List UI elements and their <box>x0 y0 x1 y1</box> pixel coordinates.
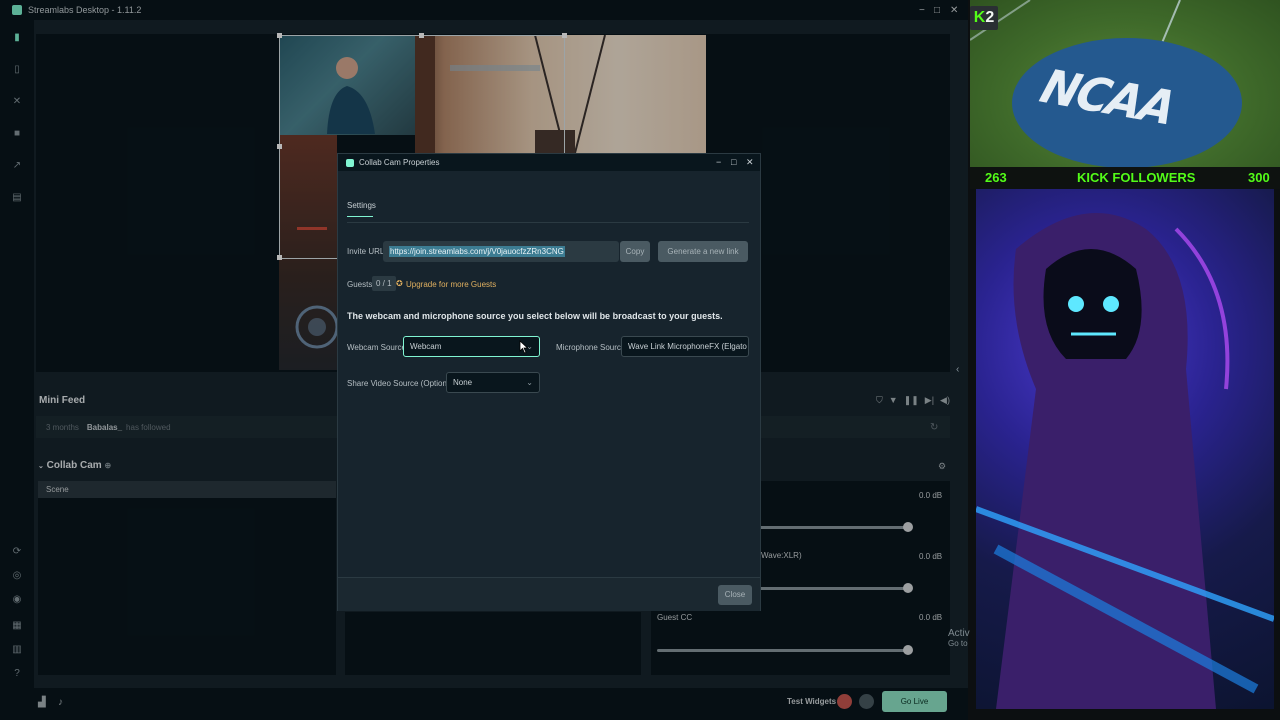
kick-number: 2 <box>985 9 995 26</box>
followers-label: KICK FOLLOWERS <box>1077 170 1196 185</box>
webcam-source-value: Webcam <box>410 342 442 351</box>
guests-label: Guests <box>347 280 373 289</box>
character-art-image <box>976 213 1274 709</box>
mouse-cursor-icon <box>519 340 529 354</box>
webcam-source-label: Webcam Source <box>347 343 406 352</box>
followers-goal: 300 <box>1248 170 1270 185</box>
followers-current: 263 <box>985 170 1007 185</box>
microphone-source-select[interactable]: Wave Link MicrophoneFX (Elgato Wave <box>621 336 749 357</box>
upgrade-icon: ✪ <box>396 279 403 288</box>
activate-windows-line2: Go to <box>948 639 968 648</box>
kick-logo: K2 <box>970 6 998 30</box>
share-video-source-value: None <box>453 378 473 387</box>
dialog-title: Collab Cam Properties <box>359 158 440 167</box>
kick-letter: K <box>973 9 986 26</box>
microphone-source-value: Wave Link MicrophoneFX (Elgato Wave <box>628 342 748 351</box>
chevron-down-icon: ⌄ <box>526 378 533 387</box>
copy-button[interactable]: Copy <box>620 241 650 262</box>
microphone-source-label: Microphone Source <box>556 343 626 352</box>
activate-windows-line1: Activ <box>948 628 970 639</box>
streamlabs-window: Streamlabs Desktop - 1.11.2 − □ ✕ ▮ ▯ ✕ … <box>0 0 968 720</box>
hooded-character-artwork <box>976 189 1274 709</box>
streamlabs-logo-icon <box>346 158 354 167</box>
tab-active-indicator <box>347 216 373 217</box>
dialog-footer <box>338 577 760 611</box>
invite-url-label: Invite URL <box>347 247 385 256</box>
invite-url-field[interactable]: https://join.streamlabs.com/j/V0jauocfzZ… <box>383 241 619 262</box>
share-video-source-select[interactable]: None ⌄ <box>446 372 540 393</box>
collapse-chevron-icon[interactable]: ‹ <box>956 364 959 375</box>
dialog-close-icon[interactable]: ✕ <box>746 154 754 171</box>
guests-count: 0 / 1 <box>372 276 396 291</box>
kick-followers-goal-bar: 263 KICK FOLLOWERS 300 <box>970 167 1280 189</box>
activate-windows-watermark: Activ Go to <box>948 628 970 648</box>
tab-divider <box>347 222 749 223</box>
broadcast-note: The webcam and microphone source you sel… <box>347 311 723 321</box>
generate-link-button[interactable]: Generate a new link <box>658 241 748 262</box>
invite-url-text: https://join.streamlabs.com/j/V0jauocfzZ… <box>389 246 565 257</box>
dialog-title-bar: Collab Cam Properties <box>338 154 760 171</box>
collab-cam-properties-dialog: Collab Cam Properties − □ ✕ Settings Inv… <box>337 153 761 611</box>
tab-settings[interactable]: Settings <box>347 201 376 210</box>
upgrade-link[interactable]: Upgrade for more Guests <box>406 280 496 289</box>
dialog-minimize-button[interactable]: − <box>716 154 721 171</box>
share-video-source-label: Share Video Source (Optional) <box>347 379 456 388</box>
dialog-maximize-button[interactable]: □ <box>731 154 736 171</box>
close-button[interactable]: Close <box>718 585 752 605</box>
